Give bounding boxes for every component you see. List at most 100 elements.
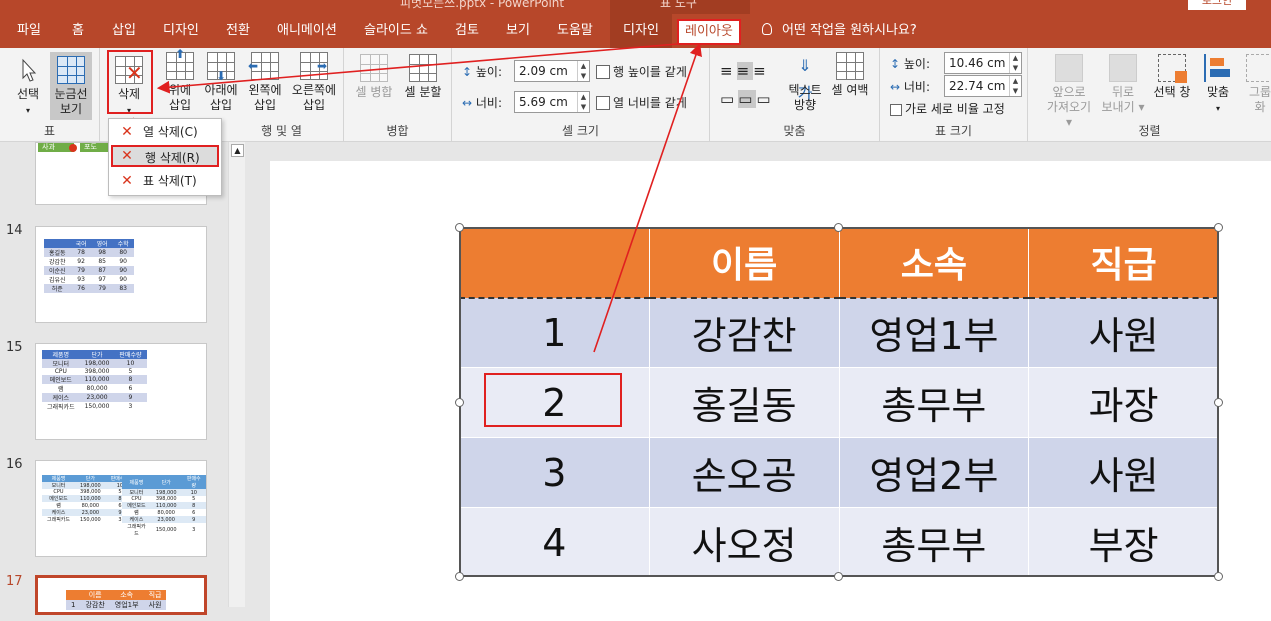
group-label-table-size: 표 크기 <box>935 124 972 138</box>
thumb-cell: 150,000 <box>150 523 182 537</box>
thumb-cell: 93 <box>70 275 92 284</box>
table-cell[interactable]: 1 <box>459 297 650 368</box>
table-cell[interactable] <box>459 227 650 299</box>
text-direction-button[interactable]: ⇓가 텍스트 방향 <box>786 52 824 113</box>
align-button[interactable]: 맞춤 ▾ <box>1200 54 1236 116</box>
resize-handle[interactable] <box>834 223 843 232</box>
slide-thumbnail-14[interactable]: 국어 영어 수학 홍길동 78 98 80 강감찬 92 85 90 이순신 79 87 90 김유신 93 97… <box>35 226 207 323</box>
thumb-cell: 판매수량 <box>114 350 147 359</box>
table-cell[interactable]: 강감찬 <box>648 297 840 368</box>
table-cell[interactable]: 사원 <box>1028 437 1219 508</box>
tab-help[interactable]: 도움말 <box>557 14 593 48</box>
table-row[interactable]: 1 강감찬 영업1부 사원 <box>459 297 1219 368</box>
tab-slideshow[interactable]: 슬라이드 쇼 <box>364 14 428 48</box>
selection-pane-button[interactable]: 선택 창 <box>1150 54 1194 100</box>
table-cell[interactable]: 이름 <box>648 227 840 299</box>
table-cell[interactable]: 총무부 <box>838 507 1030 578</box>
lock-aspect-checkbox[interactable]: 가로 세로 비율 고정 <box>890 100 1005 117</box>
table-cell[interactable]: 3 <box>459 437 650 508</box>
menu-delete-columns[interactable]: ✕ 열 삭제(C) <box>111 121 219 143</box>
insert-below-icon: ⬇ <box>207 52 235 83</box>
table-cell[interactable]: 손오공 <box>648 437 840 508</box>
insert-above-button[interactable]: ⬆ 위에 삽입 <box>160 47 200 113</box>
tab-design[interactable]: 디자인 <box>163 14 199 48</box>
table-cell[interactable]: 부장 <box>1028 507 1219 578</box>
scroll-up-icon[interactable]: ▲ <box>231 144 244 157</box>
table-row[interactable]: 4 사오정 총무부 부장 <box>459 507 1219 578</box>
insert-below-button[interactable]: ⬇ 아래에 삽입 <box>201 52 241 113</box>
tab-home[interactable]: 홈 <box>72 14 84 48</box>
context-group-label: 표 도구 <box>660 0 697 10</box>
resize-handle[interactable] <box>455 398 464 407</box>
horizontal-align-icons[interactable]: ≡≡≡ <box>720 62 770 80</box>
thumb-cell: 90 <box>112 275 134 284</box>
table-header-row[interactable]: 이름 소속 직급 <box>459 227 1219 299</box>
table-cell[interactable]: 홍길동 <box>648 367 840 438</box>
view-gridlines-button[interactable]: 눈금선 보기 <box>50 52 92 120</box>
group-button[interactable]: 그룹 화 <box>1240 54 1271 115</box>
tab-table-design[interactable]: 디자인 <box>610 14 672 48</box>
checkbox-icon <box>890 104 902 116</box>
cell-height-input[interactable]: 2.09 cm ▲ ▼ <box>514 60 590 82</box>
distribute-rows-button[interactable]: 행 높이를 같게 <box>596 63 687 80</box>
table-cell[interactable]: 4 <box>459 507 650 578</box>
signin-button[interactable]: 로그인 <box>1188 0 1246 10</box>
resize-handle[interactable] <box>834 572 843 581</box>
resize-handle[interactable] <box>1214 398 1223 407</box>
table-cell[interactable]: 사원 <box>1028 297 1219 368</box>
table-cell[interactable]: 과장 <box>1028 367 1219 438</box>
cell-margins-button[interactable]: 셀 여백 <box>828 52 872 98</box>
thumb-cell: 87 <box>91 266 113 275</box>
table-cell[interactable]: 영업1부 <box>838 297 1030 368</box>
send-backward-button[interactable]: 뒤로 보내기 ▾ <box>1100 54 1146 115</box>
tab-review[interactable]: 검토 <box>455 14 479 48</box>
group-label-rows-cols: 행 및 열 <box>261 124 302 138</box>
resize-handle[interactable] <box>455 572 464 581</box>
slide-thumbnail-16[interactable]: 제품명 단가 판매수량 모니터 198,000 10 CPU 398,000 5 메인보드 110,… <box>35 460 207 557</box>
thumbnail-scrollbar[interactable]: ▲ <box>228 142 245 607</box>
menu-delete-table[interactable]: ✕ 표 삭제(T) <box>111 170 219 192</box>
select-button[interactable]: 선택 ▾ <box>10 56 46 118</box>
tab-animations[interactable]: 애니메이션 <box>277 14 337 48</box>
bring-forward-button[interactable]: 앞으로 가져오기 ▾ <box>1046 54 1092 130</box>
vertical-align-icons[interactable]: ▭▭▭ <box>720 90 775 108</box>
table-cell[interactable]: 소속 <box>838 227 1030 299</box>
table-width-icon: ↔ <box>890 80 901 94</box>
table-cell[interactable]: 사오정 <box>648 507 840 578</box>
split-cells-button[interactable]: 셀 분할 <box>400 54 446 100</box>
thumb-cell: 110,000 <box>75 495 106 502</box>
distribute-cols-button[interactable]: 열 너비를 같게 <box>596 94 687 111</box>
thumb-cell: 23,000 <box>75 509 106 516</box>
tab-table-layout[interactable]: 레이아웃 <box>677 19 741 45</box>
merge-cells-button[interactable]: 셀 병합 <box>352 54 396 100</box>
tab-view[interactable]: 보기 <box>506 14 530 48</box>
table-cell[interactable]: 총무부 <box>838 367 1030 438</box>
thumb-row: 김유신 93 97 90 <box>44 275 134 284</box>
resize-handle[interactable] <box>1214 223 1223 232</box>
table-cell[interactable]: 직급 <box>1028 227 1219 299</box>
insert-right-button[interactable]: ➡ 오른쪽에 삽입 <box>287 52 341 113</box>
resize-handle[interactable] <box>455 223 464 232</box>
tell-me-search[interactable]: 어떤 작업을 원하시나요? <box>762 14 917 48</box>
table-row[interactable]: 3 손오공 영업2부 사원 <box>459 437 1219 508</box>
table-width-input[interactable]: 22.74 cm ▲ ▼ <box>944 75 1022 97</box>
cell-width-input[interactable]: 5.69 cm ▲ ▼ <box>514 91 590 113</box>
tab-transitions[interactable]: 전환 <box>226 14 250 48</box>
resize-handle[interactable] <box>1214 572 1223 581</box>
tab-insert[interactable]: 삽입 <box>112 14 136 48</box>
table-height-input[interactable]: 10.46 cm ▲ ▼ <box>944 52 1022 74</box>
slide-thumbnail-15[interactable]: 제품명 단가 판매수량 모니터 198,000 10 CPU 398,000 5 메인보드 110,… <box>35 343 207 440</box>
delete-dropdown-menu: ✕ 열 삭제(C) ✕ 행 삭제(R) ✕ 표 삭제(T) <box>108 118 222 196</box>
distribute-cols-icon <box>596 96 610 110</box>
tab-file[interactable]: 파일 <box>17 14 41 48</box>
thumb-row: 모니터 198,000 10 <box>42 482 135 489</box>
thumb-cell: 23,000 <box>150 516 182 523</box>
thumb-row: 허준 76 79 83 <box>44 284 134 293</box>
slide-thumbnail-17[interactable]: 이름 소속 직급 1 강감찬 영업1부 사원 <box>35 575 207 615</box>
insert-left-button[interactable]: ⬅ 왼쪽에 삽입 <box>243 52 287 113</box>
menu-delete-rows[interactable]: ✕ 행 삭제(R) <box>111 145 219 167</box>
cursor-icon <box>22 58 37 82</box>
thumb-table: 국어 영어 수학 홍길동 78 98 80 강감찬 92 85 90 이순신 79 87 90 김유신 93 97… <box>44 239 134 293</box>
thumb-cell: 강감찬 <box>44 257 71 266</box>
table-cell[interactable]: 영업2부 <box>838 437 1030 508</box>
